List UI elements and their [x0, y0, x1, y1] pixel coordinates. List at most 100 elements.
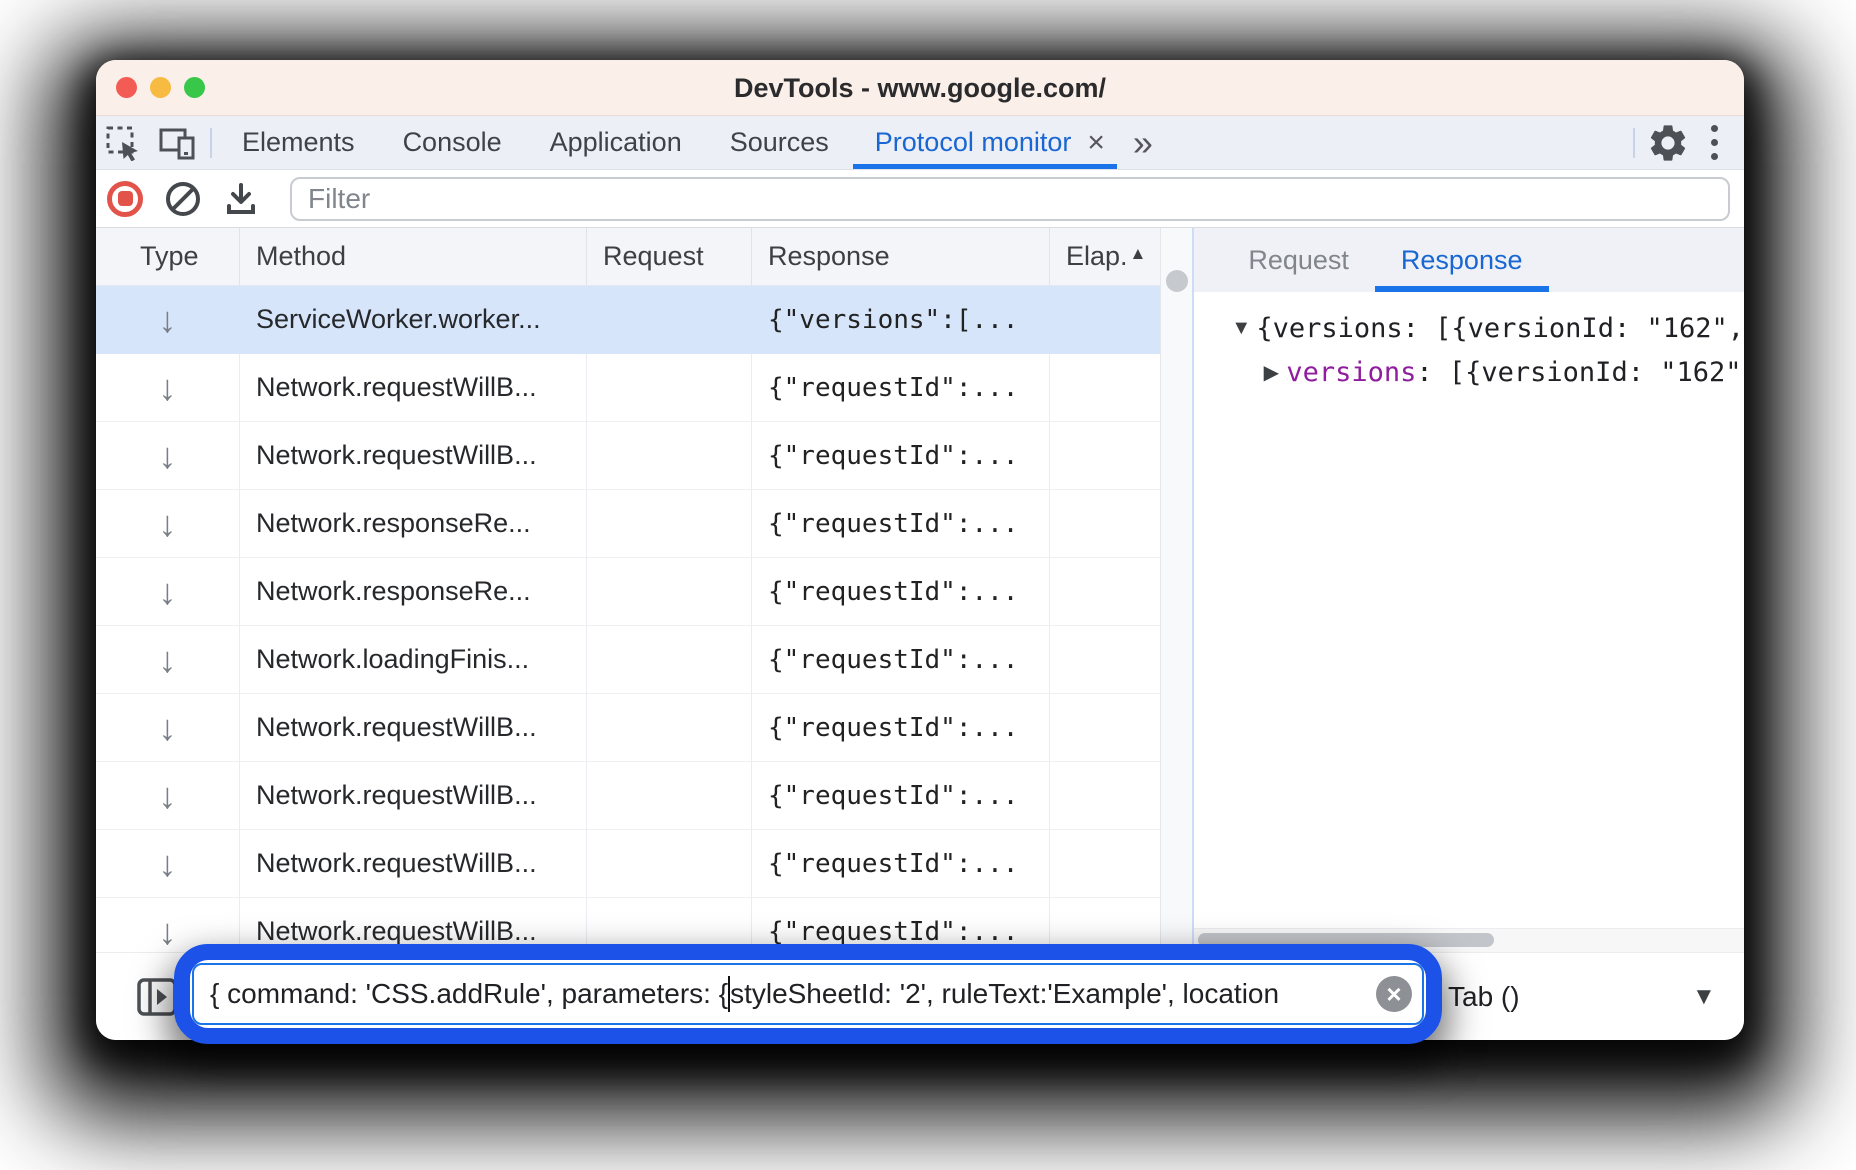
device-toolbar-button[interactable]	[150, 116, 204, 170]
table-cell	[587, 422, 752, 489]
close-tab-icon[interactable]: ×	[1087, 128, 1105, 158]
table-cell: Network.responseRe...	[240, 558, 587, 625]
filter-input[interactable]	[290, 177, 1730, 221]
gear-icon	[1646, 121, 1690, 165]
table-cell	[587, 286, 752, 353]
inspect-icon	[105, 125, 141, 161]
table-cell: Network.requestWillB...	[240, 694, 587, 761]
json-key: versions	[1286, 357, 1416, 388]
table-cell	[587, 490, 752, 557]
table-body: ↓ServiceWorker.worker...{"versions":[...…	[96, 286, 1160, 952]
collapse-triangle-icon[interactable]: ▼	[1226, 317, 1256, 340]
table-cell	[587, 558, 752, 625]
column-header-method[interactable]: Method	[240, 228, 587, 285]
table-row[interactable]: ↓Network.requestWillB...{"requestId":...	[96, 830, 1160, 898]
devtools-tabbar: ElementsConsoleApplicationSources Protoc…	[96, 116, 1744, 170]
tab-application[interactable]: Application	[526, 116, 706, 169]
table-cell: Network.requestWillB...	[240, 422, 587, 489]
table-cell	[587, 626, 752, 693]
received-arrow-icon: ↓	[159, 370, 177, 406]
table-row[interactable]: ↓Network.loadingFinis...{"requestId":...	[96, 626, 1160, 694]
table-cell: Network.requestWillB...	[240, 762, 587, 829]
clear-log-button[interactable]	[154, 170, 212, 228]
vertical-scrollbar-thumb[interactable]	[1166, 270, 1188, 292]
command-text-after-caret: styleSheetId: '2', ruleText:'Example', l…	[730, 978, 1279, 1010]
table-row[interactable]: ↓Network.requestWillB...{"requestId":...	[96, 762, 1160, 830]
expand-triangle-icon[interactable]: ▶	[1256, 360, 1286, 385]
tab-console[interactable]: Console	[379, 116, 526, 169]
dropdown-arrow-icon[interactable]: ▼	[1692, 953, 1716, 1040]
column-header-type[interactable]: Type	[96, 228, 240, 285]
table-cell: ↓	[96, 830, 240, 897]
show-editor-icon	[136, 977, 178, 1017]
save-icon	[223, 181, 259, 217]
show-editor-button[interactable]	[136, 977, 178, 1017]
table-row[interactable]: ↓Network.requestWillB...{"requestId":...	[96, 354, 1160, 422]
protocol-monitor-toolbar	[96, 170, 1744, 228]
table-row[interactable]: ↓Network.requestWillB...{"requestId":...	[96, 694, 1160, 762]
inspect-element-button[interactable]	[96, 116, 150, 170]
table-cell: ↓	[96, 422, 240, 489]
table-cell	[1050, 354, 1160, 421]
table-cell	[1050, 422, 1160, 489]
more-menu-button[interactable]	[1695, 125, 1744, 160]
received-arrow-icon: ↓	[159, 506, 177, 542]
titlebar: DevTools - www.google.com/	[96, 60, 1744, 116]
table-cell: Network.loadingFinis...	[240, 626, 587, 693]
table-cell	[587, 830, 752, 897]
json-value: : [{versionId: "162"	[1416, 357, 1741, 388]
save-button[interactable]	[212, 170, 270, 228]
table-row[interactable]: ↓Network.requestWillB...{"requestId":...	[96, 422, 1160, 490]
vertical-scrollbar[interactable]	[1160, 228, 1192, 952]
tab-sources[interactable]: Sources	[706, 116, 853, 169]
received-arrow-icon: ↓	[159, 302, 177, 338]
detail-panel-tabs: Request Response	[1194, 228, 1744, 292]
clear-input-button[interactable]: ×	[1376, 976, 1412, 1012]
window-title: DevTools - www.google.com/	[96, 60, 1744, 116]
table-row[interactable]: ↓Network.responseRe...{"requestId":...	[96, 490, 1160, 558]
column-header-response[interactable]: Response	[752, 228, 1050, 285]
command-input-callout: { command: 'CSS.addRule', parameters: { …	[174, 944, 1442, 1044]
table-header: TypeMethodRequestResponseElap.▲	[96, 228, 1160, 286]
table-row[interactable]: ↓Network.responseRe... {"requestId":...	[96, 558, 1160, 626]
response-json-tree: ▼{versions: [{versionId: "162", ▶versions…	[1194, 292, 1744, 394]
table-cell: Network.requestWillB...	[240, 354, 587, 421]
tab-response[interactable]: Response	[1375, 228, 1549, 292]
table-cell: ↓	[96, 558, 240, 625]
devtools-window: DevTools - www.google.com/ ElementsConso…	[96, 60, 1744, 1040]
record-icon	[107, 181, 143, 217]
tabbar-right	[1627, 116, 1744, 169]
table-cell: {"versions":[...	[752, 286, 1050, 353]
tabbar-divider	[210, 128, 212, 158]
table-cell: {"requestId":...	[752, 558, 1050, 625]
table-cell	[587, 762, 752, 829]
tab-request[interactable]: Request	[1222, 228, 1375, 292]
device-toolbar-icon	[158, 125, 196, 161]
settings-button[interactable]	[1641, 116, 1695, 170]
received-arrow-icon: ↓	[159, 438, 177, 474]
command-input[interactable]: { command: 'CSS.addRule', parameters: { …	[192, 963, 1424, 1025]
column-header-elap[interactable]: Elap.▲	[1050, 228, 1160, 285]
received-arrow-icon: ↓	[159, 846, 177, 882]
table-cell: ↓	[96, 490, 240, 557]
table-cell	[1050, 490, 1160, 557]
clear-input-icon: ×	[1386, 981, 1401, 1007]
table-cell	[1050, 830, 1160, 897]
target-selector[interactable]: Tab ()	[1448, 953, 1520, 1040]
tab-list: ElementsConsoleApplicationSources	[218, 116, 853, 169]
table-cell: ↓	[96, 626, 240, 693]
table-cell	[1050, 558, 1160, 625]
record-toggle-button[interactable]	[96, 170, 154, 228]
table-cell	[587, 694, 752, 761]
column-header-request[interactable]: Request	[587, 228, 752, 285]
tab-protocol-monitor[interactable]: Protocol monitor ×	[853, 116, 1117, 169]
table-cell: Network.requestWillB...	[240, 830, 587, 897]
tab-elements[interactable]: Elements	[218, 116, 379, 169]
events-table: TypeMethodRequestResponseElap.▲ ↓Service…	[96, 228, 1160, 952]
json-value: {versions: [{versionId: "162",	[1256, 313, 1744, 344]
table-row[interactable]: ↓ServiceWorker.worker...{"versions":[...	[96, 286, 1160, 354]
received-arrow-icon: ↓	[159, 642, 177, 678]
tab-protocol-monitor-label: Protocol monitor	[875, 127, 1072, 158]
more-tabs-button[interactable]: »	[1117, 125, 1169, 161]
table-cell	[1050, 694, 1160, 761]
